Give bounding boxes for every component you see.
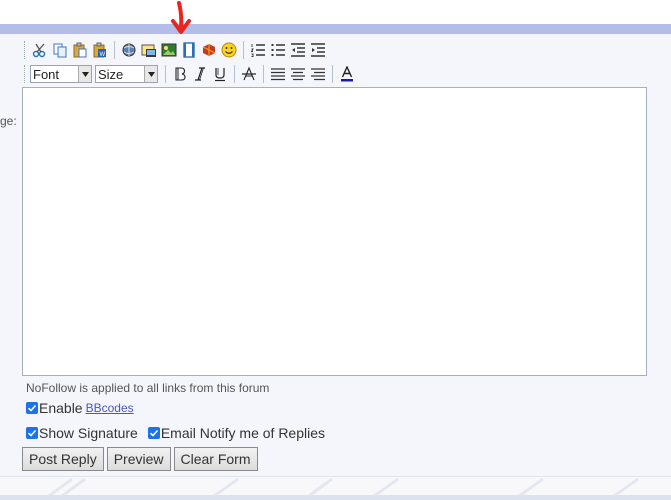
font-color-icon[interactable] [337, 64, 357, 84]
header-accent-bar [0, 24, 671, 34]
indent-icon[interactable] [308, 40, 328, 60]
email-notify-label: Email Notify me of Replies [160, 425, 326, 441]
clear-form-button[interactable]: Clear Form [173, 447, 258, 471]
image-icon[interactable] [139, 40, 159, 60]
toolbar-separator [234, 65, 235, 83]
email-notify-checkbox[interactable] [147, 427, 160, 439]
flash-icon[interactable] [199, 40, 219, 60]
toolbar-separator [114, 41, 115, 59]
smiley-icon[interactable] [219, 40, 239, 60]
message-label: ge: [0, 114, 17, 128]
nofollow-note: NoFollow is applied to all links from th… [26, 381, 270, 395]
editor-toolbar-row-2: Font Size [24, 63, 357, 85]
copy-icon[interactable] [50, 40, 70, 60]
outdent-icon[interactable] [288, 40, 308, 60]
toolbar-separator [263, 65, 264, 83]
paste-from-word-icon[interactable]: W [90, 40, 110, 60]
size-select[interactable]: Size [95, 65, 158, 83]
enable-bbcodes-option: Enable BBcodes [26, 400, 134, 416]
toolbar-grip [24, 41, 27, 59]
enable-label: Enable [39, 400, 83, 416]
post-reply-button[interactable]: Post Reply [22, 447, 104, 471]
ordered-list-icon[interactable] [248, 40, 268, 60]
chevron-down-icon [78, 66, 91, 82]
underline-icon[interactable] [210, 64, 230, 84]
message-editor[interactable] [22, 87, 647, 376]
chevron-down-icon [144, 66, 157, 82]
italic-icon[interactable] [190, 64, 210, 84]
enable-bbcodes-checkbox[interactable] [26, 402, 38, 414]
align-right-icon[interactable] [308, 64, 328, 84]
align-left-icon[interactable] [268, 64, 288, 84]
font-select-value: Font [33, 66, 60, 82]
link-icon[interactable] [119, 40, 139, 60]
toolbar-separator [332, 65, 333, 83]
bold-icon[interactable] [170, 64, 190, 84]
font-select[interactable]: Font [30, 65, 92, 83]
align-center-icon[interactable] [288, 64, 308, 84]
page-footer [0, 476, 671, 500]
toolbar-separator [243, 41, 244, 59]
insert-picture-icon[interactable] [159, 40, 179, 60]
toolbar-separator [165, 65, 166, 83]
toolbar-grip [24, 65, 27, 83]
show-signature-label: Show Signature [39, 425, 138, 441]
show-signature-checkbox[interactable] [26, 427, 38, 439]
bbcodes-link[interactable]: BBcodes [86, 401, 134, 415]
editor-toolbar-row-1: W [24, 39, 328, 61]
unordered-list-icon[interactable] [268, 40, 288, 60]
size-select-value: Size [98, 66, 124, 82]
strikethrough-icon[interactable] [239, 64, 259, 84]
svg-text:W: W [100, 52, 106, 58]
cut-icon[interactable] [30, 40, 50, 60]
red-down-arrow-icon [171, 1, 191, 34]
page-top [0, 0, 671, 24]
paste-icon[interactable] [70, 40, 90, 60]
post-options: Show Signature Email Notify me of Replie… [26, 425, 325, 441]
form-buttons: Post Reply Preview Clear Form [22, 447, 261, 471]
preview-button[interactable]: Preview [106, 447, 171, 471]
footer-strip [0, 495, 671, 500]
video-icon[interactable] [179, 40, 199, 60]
